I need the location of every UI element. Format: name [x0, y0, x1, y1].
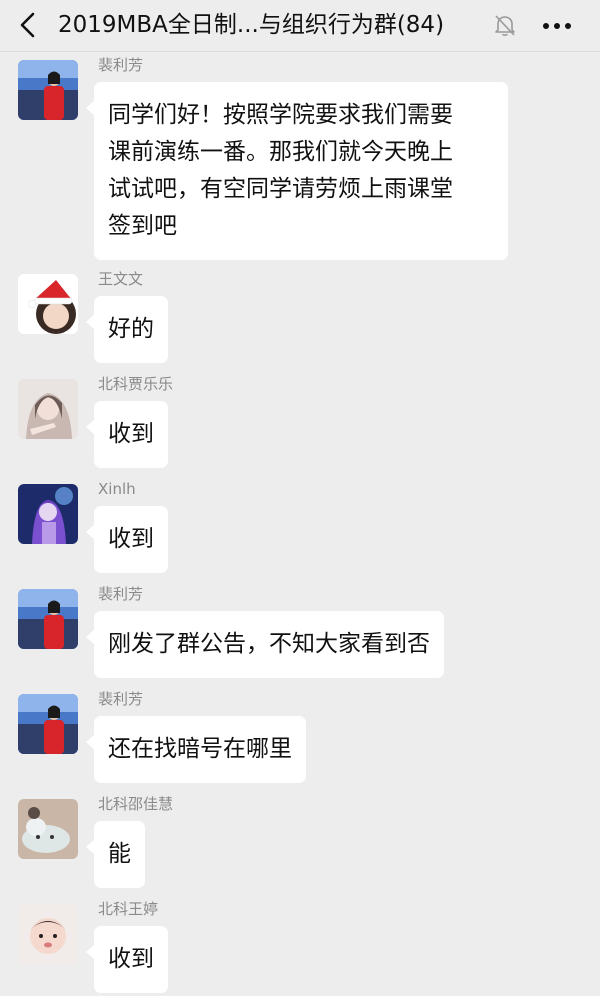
chevron-left-icon: [20, 12, 35, 38]
message-bubble[interactable]: 收到: [86, 401, 168, 468]
message-text: 课前演练一番。那我们就今天晚上: [108, 139, 453, 165]
sender-name: 北科邵佳慧: [98, 795, 174, 813]
chat-message-list[interactable]: 裴利芳 同学们好！按照学院要求我们需要 课前演练一番。那我们就今天晚上 试试吧，…: [0, 52, 600, 996]
avatar-plush-toy[interactable]: [18, 799, 78, 859]
sender-name: 王文文: [98, 270, 144, 288]
back-button[interactable]: [14, 10, 44, 40]
message-bubble[interactable]: 收到: [86, 506, 168, 573]
message-bubble[interactable]: 还在找暗号在哪里: [86, 716, 306, 783]
message-text: 签到吧: [108, 213, 177, 239]
avatar-woman-red-jacket[interactable]: [18, 589, 78, 649]
chat-header: 2019MBA全日制...与组织行为群(84): [0, 0, 600, 52]
message-text: 还在找暗号在哪里: [108, 736, 292, 762]
sender-name: 裴利芳: [98, 690, 144, 708]
message-text: 刚发了群公告，不知大家看到否: [108, 631, 430, 657]
chat-title: 2019MBA全日制...与组织行为群(84): [58, 12, 445, 38]
message-text: 同学们好！按照学院要求我们需要: [108, 102, 453, 128]
avatar-girl-portrait[interactable]: [18, 379, 78, 439]
bell-off-icon: [492, 12, 518, 38]
message-bubble[interactable]: 能: [86, 821, 145, 888]
avatar-anime-purple[interactable]: [18, 484, 78, 544]
message-text: 收到: [108, 946, 154, 972]
message-text: 好的: [108, 316, 154, 342]
sender-name: 裴利芳: [98, 56, 144, 74]
avatar-baby[interactable]: [18, 904, 78, 964]
more-options-button[interactable]: [540, 12, 574, 38]
message-text: 试试吧，有空同学请劳烦上雨课堂: [108, 176, 453, 202]
message-bubble[interactable]: 好的: [86, 296, 168, 363]
message-bubble[interactable]: 收到: [86, 926, 168, 993]
sender-name: 北科王婷: [98, 900, 159, 918]
sender-name: Xinlh: [98, 480, 136, 498]
avatar-girl-santa-hat[interactable]: [18, 274, 78, 334]
avatar-woman-red-jacket[interactable]: [18, 694, 78, 754]
message-bubble[interactable]: 刚发了群公告，不知大家看到否: [86, 611, 444, 678]
message-text: 能: [108, 841, 131, 867]
avatar-woman-red-jacket[interactable]: [18, 60, 78, 120]
more-horizontal-icon: [543, 23, 571, 29]
message-bubble[interactable]: 同学们好！按照学院要求我们需要 课前演练一番。那我们就今天晚上 试试吧，有空同学…: [86, 82, 508, 260]
message-text: 收到: [108, 526, 154, 552]
sender-name: 北科贾乐乐: [98, 375, 174, 393]
message-text: 收到: [108, 421, 154, 447]
sender-name: 裴利芳: [98, 585, 144, 603]
